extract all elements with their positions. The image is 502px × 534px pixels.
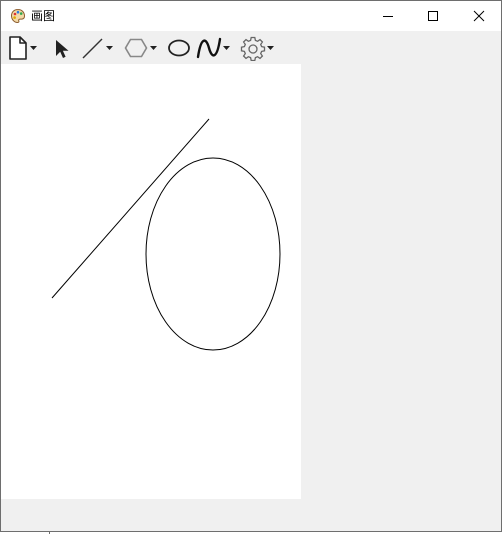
palette-icon: [10, 8, 26, 24]
canvas-drawing-layer: [51, 118, 281, 351]
line-icon: [82, 38, 103, 59]
close-button[interactable]: [456, 1, 501, 31]
new-file-tool[interactable]: [7, 35, 37, 61]
settings-tool[interactable]: [240, 35, 274, 61]
document-icon: [9, 36, 27, 60]
drawn-ellipse[interactable]: [145, 157, 281, 351]
dropdown-arrow-icon: [29, 46, 37, 50]
status-bar: [1, 499, 501, 531]
polygon-tool[interactable]: [123, 35, 157, 61]
dropdown-arrow-icon: [266, 46, 274, 50]
toolbar: [1, 31, 501, 64]
minimize-button[interactable]: [365, 1, 410, 31]
curve-dropdown[interactable]: [222, 35, 230, 61]
ellipse-tool[interactable]: [166, 35, 192, 61]
dropdown-arrow-icon: [105, 46, 113, 50]
settings-dropdown[interactable]: [266, 35, 274, 61]
dropdown-arrow-icon: [222, 46, 230, 50]
new-file-dropdown[interactable]: [29, 35, 37, 61]
maximize-icon: [427, 11, 438, 21]
drawn-line[interactable]: [51, 118, 210, 299]
dropdown-arrow-icon: [149, 46, 157, 50]
gear-icon: [240, 36, 266, 61]
polygon-dropdown[interactable]: [149, 35, 157, 61]
ellipse-icon: [168, 39, 190, 57]
arrow-pointer-icon: [56, 40, 69, 58]
select-tool[interactable]: [52, 35, 72, 61]
curve-tool[interactable]: [196, 35, 230, 61]
window-title: 画图: [31, 9, 56, 23]
line-dropdown[interactable]: [105, 35, 113, 61]
title-bar[interactable]: 画图: [1, 1, 501, 31]
paint-window: 画图: [0, 0, 502, 532]
drawing-canvas[interactable]: [1, 64, 301, 499]
close-icon: [473, 10, 484, 22]
minimize-icon: [382, 16, 393, 17]
hexagon-icon: [124, 38, 148, 58]
line-tool[interactable]: [81, 35, 113, 61]
curve-icon: [196, 37, 222, 59]
maximize-button[interactable]: [410, 1, 455, 31]
